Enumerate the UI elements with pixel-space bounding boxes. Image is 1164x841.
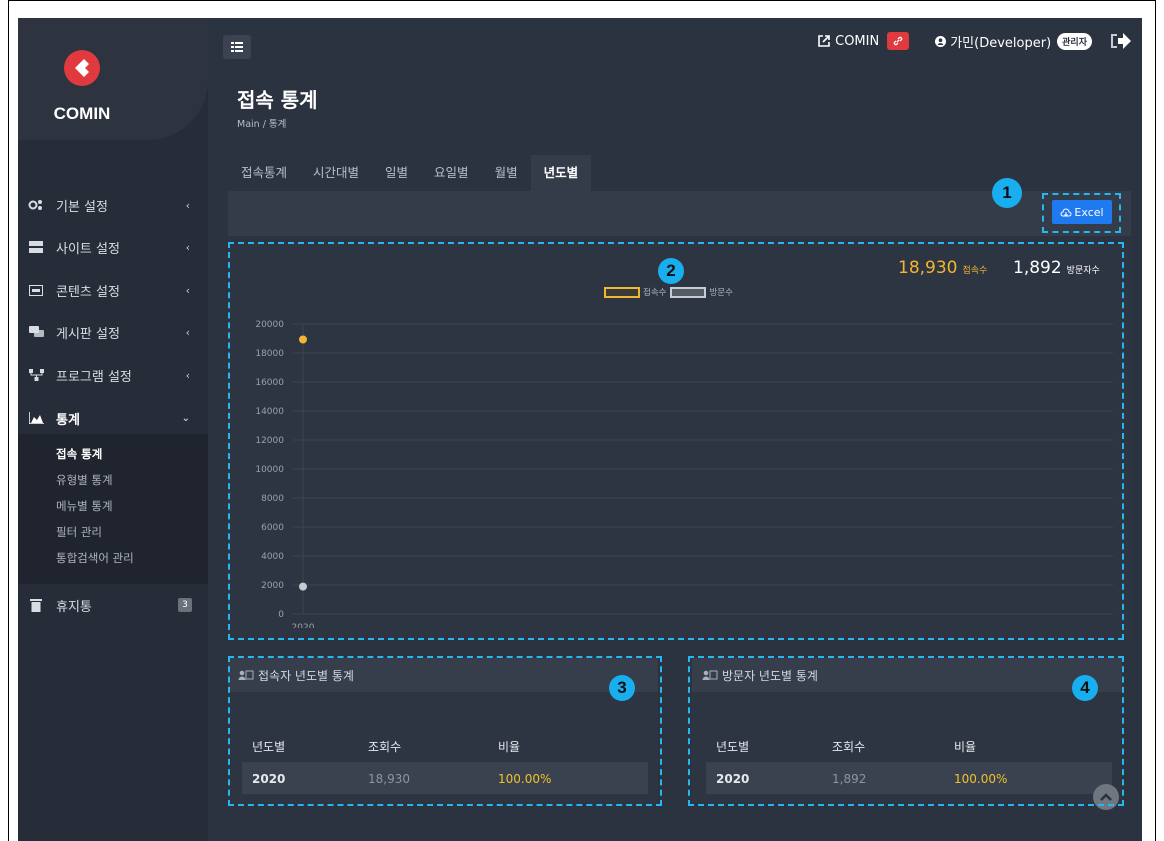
external-link-icon [818,35,830,47]
chevron-left-icon: ‹ [185,368,190,382]
sidebar: COMIN 기본 설정 ‹ 사이트 설정 ‹ 콘텐츠 설정 ‹ 게시판 설정 ‹… [18,18,208,841]
submenu-connection-stats[interactable]: 접속 통계 [56,446,102,462]
submenu-search-keyword-manage[interactable]: 통합검색어 관리 [56,550,134,566]
brand-name: COMIN [53,104,111,123]
content-icon [28,284,44,296]
tab-hourly[interactable]: 시간대별 [300,155,372,191]
user-circle-icon [935,35,947,47]
chevron-left-icon: ‹ [185,240,190,254]
sidebar-item-site-settings[interactable]: 사이트 설정 ‹ [18,227,208,267]
tab-monthly[interactable]: 월별 [482,155,531,191]
comments-icon [28,326,44,338]
sidebar-item-label: 콘텐츠 설정 [56,284,120,300]
chevron-left-icon: ‹ [185,325,190,339]
server-icon [28,241,44,253]
stats-tabs: 접속통계 시간대별 일별 요일별 월별 년도별 [228,155,592,191]
annotation-marker-2: 2 [658,258,684,284]
admin-app: COMIN 기본 설정 ‹ 사이트 설정 ‹ 콘텐츠 설정 ‹ 게시판 설정 ‹… [18,18,1142,841]
gears-icon [28,199,44,211]
list-icon [231,42,243,52]
sidebar-item-trash[interactable]: 휴지통 3 [18,585,208,625]
logout-icon[interactable] [1110,32,1132,50]
sitemap-icon [28,369,44,381]
breadcrumb: Main / 통계 [237,119,287,130]
annotation-marker-4: 4 [1072,675,1098,701]
tab-connection[interactable]: 접속통계 [228,155,300,191]
statistics-submenu: 접속 통계 유형별 통계 메뉴별 통계 필터 관리 통합검색어 관리 [18,434,208,584]
sidebar-item-board-settings[interactable]: 게시판 설정 ‹ [18,312,208,352]
site-link-label: COMIN [835,33,880,49]
tab-weekday[interactable]: 요일별 [421,155,482,191]
annotation-marker-1: 1 [992,178,1022,208]
area-chart-icon [28,412,44,424]
sidebar-item-label: 사이트 설정 [56,241,120,257]
sidebar-item-content-settings[interactable]: 콘텐츠 설정 ‹ [18,270,208,310]
annotation-box-1 [1042,193,1121,233]
chevron-left-icon: ‹ [185,283,190,297]
sidebar-item-label: 프로그램 설정 [56,369,132,385]
chevron-down-icon: ⌄ [181,412,190,424]
sidebar-item-program-settings[interactable]: 프로그램 설정 ‹ [18,355,208,395]
sidebar-item-basic-settings[interactable]: 기본 설정 ‹ [18,185,208,225]
annotation-box-4 [688,656,1124,806]
trash-icon [28,598,44,612]
submenu-type-stats[interactable]: 유형별 통계 [56,472,113,488]
role-badge: 관리자 [1057,32,1092,50]
sidebar-item-label: 게시판 설정 [56,326,120,342]
tab-yearly[interactable]: 년도별 [530,155,592,191]
link-icon[interactable] [887,32,910,50]
user-menu[interactable]: 가민(Developer) 관리자 [935,32,1092,51]
header-actions: COMIN 가민(Developer) 관리자 [806,28,1132,54]
annotation-marker-3: 3 [609,675,635,701]
annotation-box-3 [228,656,662,806]
submenu-filter-manage[interactable]: 필터 관리 [56,524,102,540]
sidebar-item-label: 통계 [56,412,80,428]
page-title: 접속 통계 [237,88,318,112]
trash-count-badge: 3 [178,598,192,612]
chevron-left-icon: ‹ [185,198,190,212]
brand-area: COMIN [18,18,208,140]
site-link[interactable]: COMIN [818,32,910,50]
sidebar-item-label: 기본 설정 [56,199,108,215]
tab-daily[interactable]: 일별 [372,155,421,191]
annotation-box-2 [228,242,1124,640]
user-name: 가민(Developer) [950,35,1052,51]
sidebar-toggle-button[interactable] [223,35,251,59]
comin-logo-icon[interactable] [64,50,100,86]
sidebar-item-label: 휴지통 [56,599,92,615]
submenu-menu-stats[interactable]: 메뉴별 통계 [56,498,113,514]
sidebar-item-statistics[interactable]: 통계 ⌄ [18,398,208,438]
